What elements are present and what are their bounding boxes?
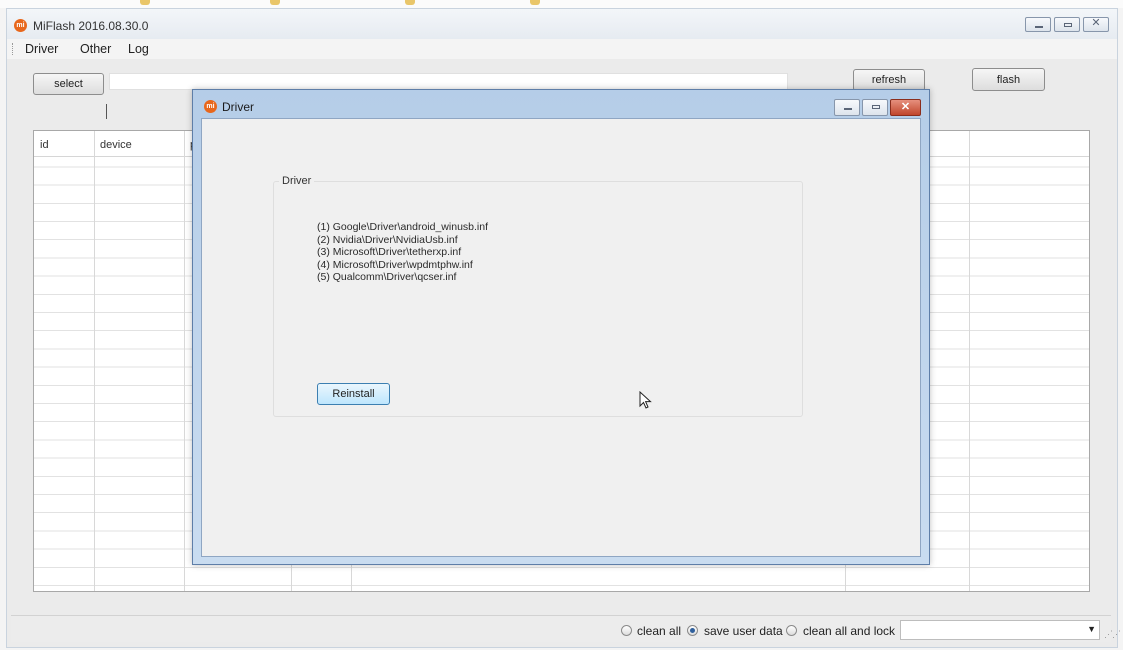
column-header-id[interactable]: id (40, 139, 49, 151)
select-button[interactable]: select (33, 73, 104, 95)
dialog-minimize-button[interactable] (834, 99, 860, 116)
text-caret (106, 104, 107, 119)
mouse-cursor-icon (639, 391, 652, 409)
menu-grip-icon (12, 43, 14, 55)
dialog-close-button[interactable]: ✕ (890, 99, 921, 116)
radio-label-clean-all[interactable]: clean all (637, 624, 681, 638)
minimize-icon (1035, 26, 1043, 28)
radio-clean-all[interactable] (621, 625, 632, 636)
maximize-icon (872, 105, 880, 109)
driver-item: (4) Microsoft\Driver\wpdmtphw.inf (317, 258, 473, 271)
script-dropdown[interactable]: ▼ (900, 620, 1100, 640)
column-header-device[interactable]: device (100, 139, 132, 151)
radio-save-user-data[interactable] (687, 625, 698, 636)
driver-list: (1) Google\Driver\android_winusb.inf (2)… (317, 221, 488, 284)
minimize-icon (844, 108, 852, 110)
main-titlebar[interactable]: mi MiFlash 2016.08.30.0 ✕ (7, 9, 1117, 39)
close-icon: ✕ (1091, 17, 1101, 29)
rom-path-field[interactable] (109, 73, 788, 90)
dialog-title: Driver (222, 100, 254, 114)
dialog-body: Driver (1) Google\Driver\android_winusb.… (201, 118, 921, 557)
column-divider (969, 131, 970, 591)
mi-logo-icon: mi (204, 100, 217, 113)
maximize-icon (1064, 23, 1072, 27)
main-window-title: MiFlash 2016.08.30.0 (33, 19, 149, 33)
maximize-button[interactable] (1054, 17, 1080, 32)
driver-item: (2) Nvidia\Driver\NvidiaUsb.inf (317, 233, 458, 246)
driver-item: (3) Microsoft\Driver\tetherxp.inf (317, 246, 462, 259)
chevron-down-icon[interactable]: ▼ (1087, 624, 1096, 634)
driver-group-label: Driver (279, 175, 315, 187)
mi-logo-icon: mi (14, 19, 27, 32)
menu-bar: Driver Other Log (7, 39, 1117, 59)
main-window-controls: ✕ (1025, 17, 1109, 32)
column-divider (94, 131, 95, 591)
dialog-maximize-button[interactable] (862, 99, 888, 116)
menu-driver[interactable]: Driver (25, 42, 58, 56)
desktop-background-strip (0, 0, 1123, 8)
driver-groupbox (273, 181, 803, 417)
flash-button[interactable]: flash (972, 68, 1045, 91)
menu-log[interactable]: Log (128, 42, 149, 56)
menu-other[interactable]: Other (80, 42, 111, 56)
resize-grip-icon[interactable]: ⋰⋰ (1104, 629, 1121, 640)
radio-clean-all-and-lock[interactable] (786, 625, 797, 636)
column-divider (184, 131, 185, 591)
dialog-window-controls: ✕ (834, 99, 921, 116)
status-bar: clean all save user data clean all and l… (11, 615, 1111, 642)
reinstall-button[interactable]: Reinstall (317, 383, 390, 405)
close-icon: ✕ (900, 101, 911, 113)
close-button[interactable]: ✕ (1083, 17, 1109, 32)
refresh-button[interactable]: refresh (853, 69, 925, 91)
driver-dialog: mi Driver ✕ Driver (1) Google\Driver\and… (192, 89, 930, 565)
radio-label-clean-all-and-lock[interactable]: clean all and lock (803, 624, 895, 638)
minimize-button[interactable] (1025, 17, 1051, 32)
driver-item: (5) Qualcomm\Driver\qcser.inf (317, 271, 457, 284)
radio-label-save-user-data[interactable]: save user data (704, 624, 783, 638)
driver-item: (1) Google\Driver\android_winusb.inf (317, 221, 488, 233)
